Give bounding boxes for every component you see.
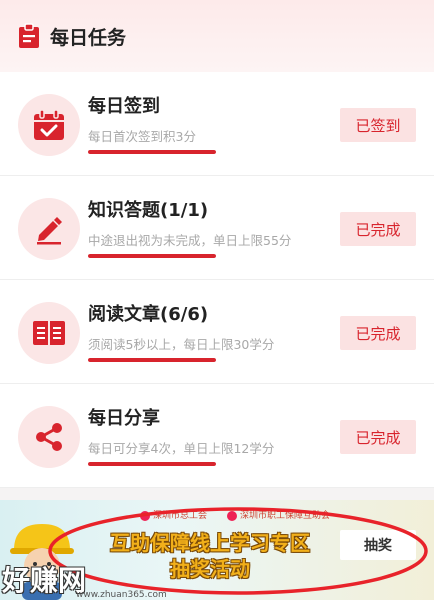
org-logo-mutual-aid: 深圳市职工保障互助会 <box>227 508 330 521</box>
task-title: 每日签到 <box>88 96 160 117</box>
task-title: 阅读文章(6/6) <box>88 304 209 325</box>
progress-fill <box>88 358 216 362</box>
task-description: 每日可分享4次，单日上限12学分 <box>88 441 275 456</box>
watermark-url: www.zhuan365.com <box>76 590 167 600</box>
task-icon-circle <box>18 302 80 364</box>
watermark-logo: 好赚网 <box>2 564 87 597</box>
checked-in-button[interactable]: 已签到 <box>340 108 416 142</box>
task-item-share: 每日分享 每日可分享4次，单日上限12学分 已完成 <box>0 384 434 488</box>
banner-line-1: 互助保障线上学习专区 <box>110 531 310 555</box>
clipboard-icon <box>19 23 39 48</box>
share-icon <box>36 423 62 451</box>
org-name: 深圳市职工保障互助会 <box>240 511 331 521</box>
seal-icon <box>140 510 150 521</box>
completed-button[interactable]: 已完成 <box>340 316 416 350</box>
task-list: 每日签到 每日首次签到积3分 已签到 知识答题(1/1) 中途退出视为未完成，单… <box>0 72 434 488</box>
book-icon <box>33 321 65 345</box>
task-item-checkin: 每日签到 每日首次签到积3分 已签到 <box>0 72 434 176</box>
banner-headline: 互助保障线上学习专区 抽奖活动 <box>100 530 320 582</box>
org-name: 深圳市总工会 <box>153 511 208 521</box>
completed-button[interactable]: 已完成 <box>340 212 416 246</box>
task-progress-bar <box>88 358 216 362</box>
banner-line-2: 抽奖活动 <box>170 557 250 581</box>
task-title: 知识答题(1/1) <box>88 200 209 221</box>
lottery-banner[interactable]: 深圳市总工会 深圳市职工保障互助会 互助保障线上学习专区 抽奖活动 抽奖 好赚网… <box>0 500 434 600</box>
task-item-quiz: 知识答题(1/1) 中途退出视为未完成，单日上限55分 已完成 <box>0 176 434 280</box>
pencil-icon <box>37 217 62 245</box>
task-description: 每日首次签到积3分 <box>88 129 196 144</box>
task-description: 中途退出视为未完成，单日上限55分 <box>88 233 292 248</box>
task-icon-circle <box>18 198 80 260</box>
task-description: 须阅读5秒以上，每日上限30学分 <box>88 337 275 352</box>
calendar-check-icon <box>34 109 64 140</box>
progress-fill <box>88 150 216 154</box>
task-icon-circle <box>18 94 80 156</box>
daily-tasks-header: 每日任务 <box>0 0 434 72</box>
task-progress-bar <box>88 254 216 258</box>
task-progress-bar <box>88 462 216 466</box>
org-logo-union: 深圳市总工会 <box>140 508 207 521</box>
lottery-button[interactable]: 抽奖 <box>340 530 416 560</box>
progress-fill <box>88 254 216 258</box>
task-title: 每日分享 <box>88 408 160 429</box>
organizer-logos: 深圳市总工会 深圳市职工保障互助会 <box>140 508 330 521</box>
progress-fill <box>88 462 216 466</box>
task-icon-circle <box>18 406 80 468</box>
task-item-reading: 阅读文章(6/6) 须阅读5秒以上，每日上限30学分 已完成 <box>0 280 434 384</box>
task-progress-bar <box>88 150 216 154</box>
completed-button[interactable]: 已完成 <box>340 420 416 454</box>
page-title: 每日任务 <box>50 26 127 49</box>
seal-icon <box>227 510 238 521</box>
